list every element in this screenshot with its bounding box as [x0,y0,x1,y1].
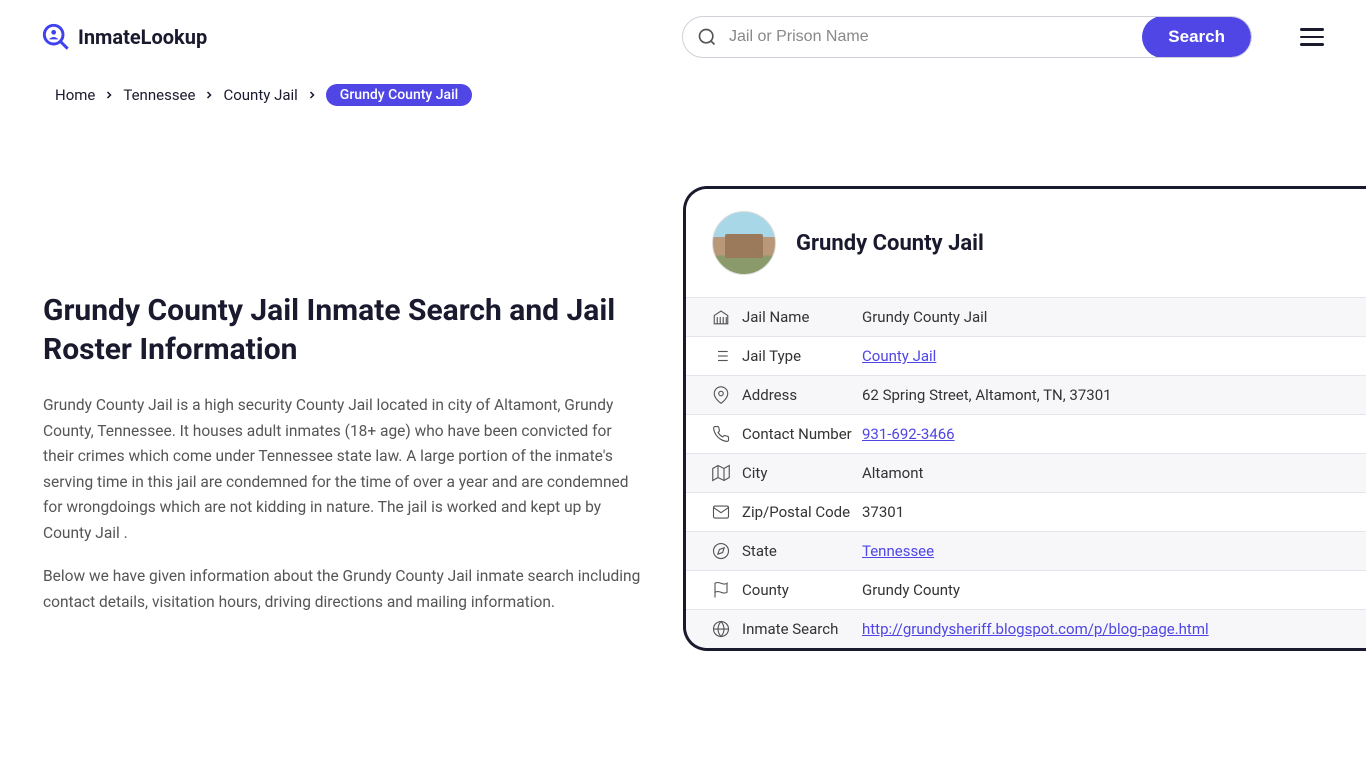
info-row-city: City Altamont [686,453,1366,492]
hamburger-menu-icon[interactable] [1300,28,1324,46]
card-header: Grundy County Jail [686,189,1366,297]
inmate-search-link[interactable]: http://grundysheriff.blogspot.com/p/blog… [862,620,1209,638]
info-row-zip: Zip/Postal Code 37301 [686,492,1366,531]
card-title: Grundy County Jail [796,231,984,256]
compass-icon [712,542,730,560]
list-icon [712,347,730,365]
right-column: Grundy County Jail Jail Name Grundy Coun… [683,126,1366,651]
info-row-address: Address 62 Spring Street, Altamont, TN, … [686,375,1366,414]
logo[interactable]: InmateLookup [42,23,207,51]
description-paragraph-1: Grundy County Jail is a high security Co… [43,393,643,546]
info-value: 62 Spring Street, Altamont, TN, 37301 [862,386,1112,404]
map-pin-icon [712,386,730,404]
mail-icon [712,503,730,521]
search-input[interactable] [717,18,1142,56]
info-label: Inmate Search [742,620,862,638]
flag-icon [712,581,730,599]
jail-type-link[interactable]: County Jail [862,347,936,365]
contact-link[interactable]: 931-692-3466 [862,425,955,443]
chevron-right-icon [203,89,215,101]
breadcrumb-county-jail[interactable]: County Jail [223,86,297,104]
map-icon [712,464,730,482]
description-paragraph-2: Below we have given information about th… [43,564,643,615]
search-icon-wrapper [683,27,717,47]
info-row-county: County Grundy County [686,570,1366,609]
info-value: 37301 [862,503,904,521]
search-button[interactable]: Search [1142,16,1251,58]
info-row-inmate-search: Inmate Search http://grundysheriff.blogs… [686,609,1366,648]
search-container: Search [682,16,1252,58]
phone-icon [712,425,730,443]
chevron-right-icon [306,89,318,101]
info-label: City [742,464,862,482]
avatar [712,211,776,275]
info-value: Grundy County Jail [862,308,987,326]
info-value: Altamont [862,464,923,482]
info-value: Grundy County [862,581,960,599]
state-link[interactable]: Tennessee [862,542,934,560]
info-label: Address [742,386,862,404]
info-label: Zip/Postal Code [742,503,862,521]
header-right: Search [682,16,1324,58]
search-icon [697,27,717,47]
logo-text: InmateLookup [78,25,207,49]
info-label: Jail Type [742,347,862,365]
breadcrumb-home[interactable]: Home [55,86,95,104]
header: InmateLookup Search [0,0,1366,74]
info-label: State [742,542,862,560]
info-row-state: State Tennessee [686,531,1366,570]
main-content: Grundy County Jail Inmate Search and Jai… [0,126,1366,651]
info-row-jail-name: Jail Name Grundy County Jail [686,297,1366,336]
page-title: Grundy County Jail Inmate Search and Jai… [43,291,643,369]
chevron-right-icon [103,89,115,101]
search-person-icon [42,23,70,51]
building-icon [712,308,730,326]
left-column: Grundy County Jail Inmate Search and Jai… [43,126,643,651]
breadcrumb: Home Tennessee County Jail Grundy County… [0,74,1366,116]
breadcrumb-tennessee[interactable]: Tennessee [123,86,195,104]
breadcrumb-current: Grundy County Jail [326,84,472,106]
info-label: Contact Number [742,425,862,443]
globe-icon [712,620,730,638]
info-label: County [742,581,862,599]
info-row-jail-type: Jail Type County Jail [686,336,1366,375]
info-label: Jail Name [742,308,862,326]
info-row-contact: Contact Number 931-692-3466 [686,414,1366,453]
info-card: Grundy County Jail Jail Name Grundy Coun… [683,186,1366,651]
